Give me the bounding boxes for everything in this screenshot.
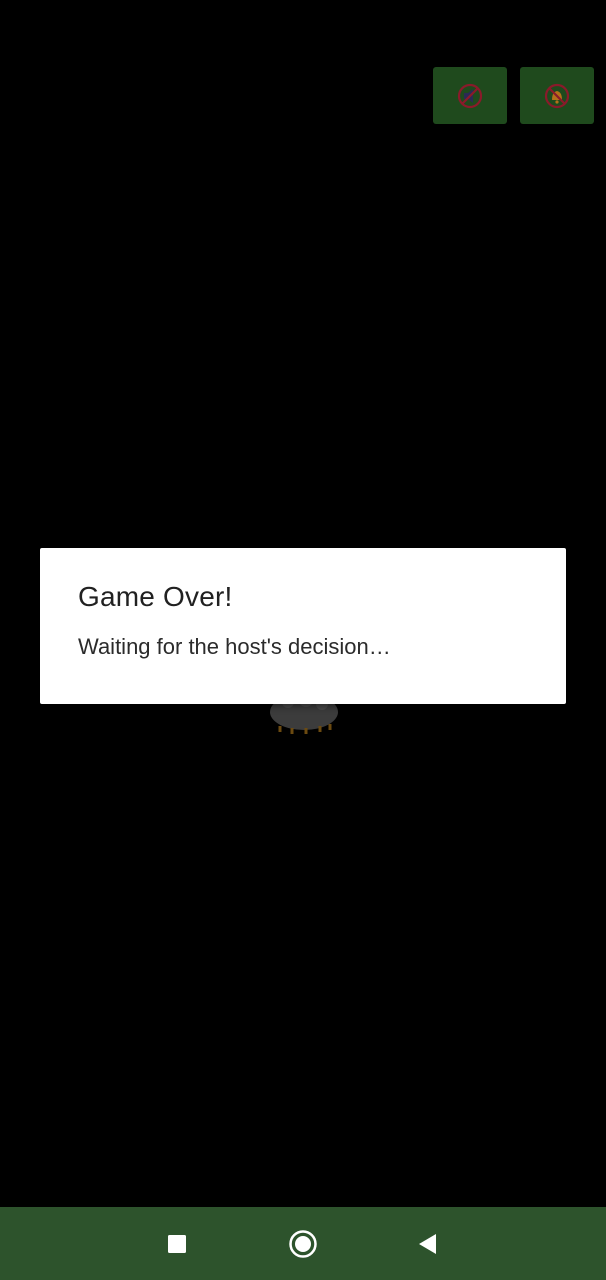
game-over-dialog: Game Over! Waiting for the host's decisi… [40,548,566,704]
sound-toggle-button[interactable] [433,67,507,124]
triangle-back-icon [419,1234,436,1254]
square-recents-icon [168,1235,186,1253]
dialog-message: Waiting for the host's decision… [78,634,391,659]
home-button[interactable] [288,1229,318,1259]
circle-home-icon [289,1230,317,1258]
recents-button[interactable] [162,1229,192,1259]
android-navigation-bar [0,1207,606,1280]
game-screen: Game Over! Waiting for the host's decisi… [0,0,606,1280]
dialog-title: Game Over! [78,581,233,612]
back-button[interactable] [412,1229,442,1259]
bell-muted-icon [544,83,570,108]
notification-toggle-button[interactable] [520,67,594,124]
speaker-muted-icon [457,83,483,108]
